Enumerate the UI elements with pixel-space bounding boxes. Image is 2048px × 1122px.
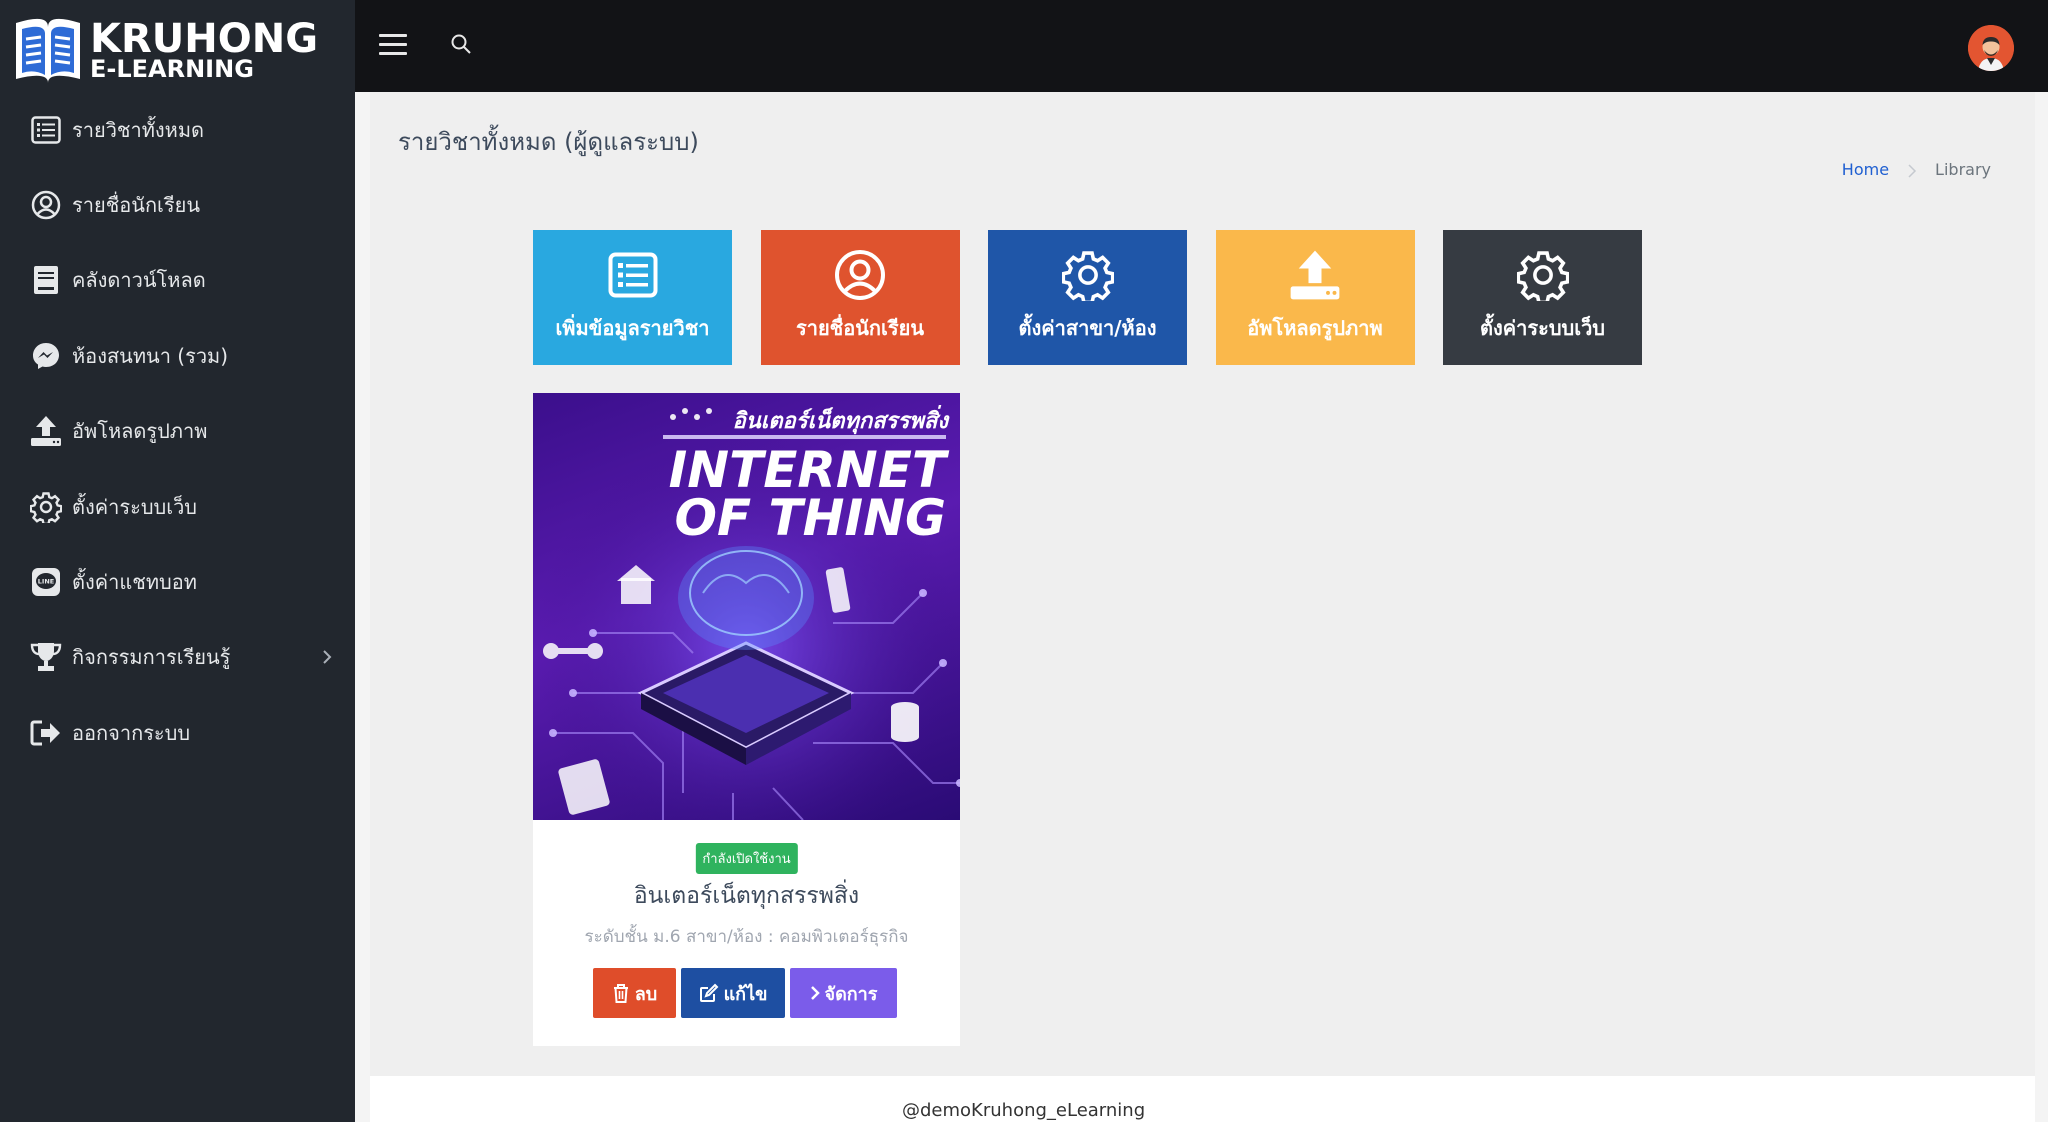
tile-upload-image[interactable]: อัพโหลดรูปภาพ — [1215, 230, 1415, 365]
brand-name: KRUHONG — [90, 16, 319, 62]
sidebar-item-label: ห้องสนทนา (รวม) — [72, 343, 229, 368]
chevron-right-icon[interactable] — [317, 647, 337, 667]
book-logo-icon — [10, 13, 86, 87]
book-icon — [28, 262, 64, 298]
footer-text[interactable]: @demoKruhong_eLearning — [902, 1100, 1145, 1121]
chevron-right-icon — [1907, 163, 1917, 178]
sidebar-item-students[interactable]: รายชื่อนักเรียน — [0, 167, 355, 242]
tile-web-settings[interactable]: ตั้งค่าระบบเว็บ — [1443, 230, 1642, 365]
image-title-line-1: INTERNET — [668, 441, 946, 499]
sidebar-item-label: ออกจากระบบ — [72, 720, 191, 745]
sidebar-item-web-settings[interactable]: ตั้งค่าระบบเว็บ — [0, 469, 355, 544]
sidebar-item-label: คลังดาวน์โหลด — [72, 268, 206, 293]
tile-label: เพิ่มข้อมูลรายวิชา — [555, 316, 710, 340]
user-circle-icon — [833, 248, 887, 302]
gear-icon — [1061, 248, 1115, 302]
line-icon: LINE — [28, 564, 64, 600]
upload-icon — [1288, 248, 1342, 302]
quick-action-tiles: เพิ่มข้อมูลรายวิชา รายชื่อนักเรียน ตั้งค… — [533, 230, 1671, 365]
sidebar-item-logout[interactable]: ออกจากระบบ — [0, 695, 355, 770]
manage-button[interactable]: จัดการ — [790, 968, 897, 1018]
manage-button-label: จัดการ — [824, 983, 878, 1005]
upload-icon — [28, 413, 64, 449]
tile-label: ตั้งค่าสาขา/ห้อง — [1018, 316, 1157, 340]
sidebar-menu: รายวิชาทั้งหมด รายชื่อนักเรียน คลังดาวน์… — [0, 92, 355, 771]
sidebar: KRUHONG E-LEARNING รายวิชาทั้งหมด รายชื่… — [0, 0, 355, 1122]
user-circle-icon — [28, 187, 64, 223]
svg-text:LINE: LINE — [38, 578, 54, 586]
course-card: อินเตอร์เน็ตทุกสรรพสิ่ง INTERNET OF THIN… — [533, 393, 960, 1046]
footer: @demoKruhong_eLearning — [370, 1076, 2035, 1122]
delete-button[interactable]: ลบ — [593, 968, 676, 1018]
tile-label: อัพโหลดรูปภาพ — [1247, 316, 1383, 340]
search-icon[interactable] — [450, 33, 472, 55]
tile-add-course[interactable]: เพิ่มข้อมูลรายวิชา — [533, 230, 732, 365]
tile-student-list[interactable]: รายชื่อนักเรียน — [760, 230, 960, 365]
trophy-icon — [28, 639, 64, 675]
gear-icon — [28, 489, 64, 525]
course-cover-image[interactable]: อินเตอร์เน็ตทุกสรรพสิ่ง INTERNET OF THIN… — [533, 393, 960, 820]
sidebar-item-chat-room[interactable]: ห้องสนทนา (รวม) — [0, 318, 355, 393]
sidebar-item-label: รายวิชาทั้งหมด — [72, 117, 205, 142]
edit-button-label: แก้ไข — [723, 983, 768, 1005]
trash-icon — [613, 984, 628, 1003]
sidebar-item-upload[interactable]: อัพโหลดรูปภาพ — [0, 394, 355, 469]
image-caption: อินเตอร์เน็ตทุกสรรพสิ่ง — [732, 409, 949, 434]
edit-button[interactable]: แก้ไข — [681, 968, 785, 1018]
edit-icon — [699, 983, 718, 1002]
chevron-right-icon — [810, 986, 820, 1000]
sidebar-item-label: รายชื่อนักเรียน — [72, 193, 201, 218]
status-badge: กำลังเปิดใช้งาน — [695, 843, 798, 874]
tile-branch-settings[interactable]: ตั้งค่าสาขา/ห้อง — [988, 230, 1187, 365]
course-title[interactable]: อินเตอร์เน็ตทุกสรรพสิ่ง — [533, 878, 960, 914]
sidebar-item-label: กิจกรรมการเรียนรู้ — [72, 645, 231, 670]
messenger-icon — [28, 338, 64, 374]
hamburger-menu-icon[interactable] — [379, 34, 407, 58]
breadcrumb: Home Library — [1842, 160, 1991, 179]
sidebar-item-chatbot-settings[interactable]: LINE ตั้งค่าแชทบอท — [0, 544, 355, 619]
list-icon — [606, 248, 660, 302]
sidebar-item-activities[interactable]: กิจกรรมการเรียนรู้ — [0, 620, 355, 695]
divider — [663, 435, 946, 439]
course-actions: ลบ แก้ไข จัดการ — [593, 968, 902, 1018]
logout-icon — [28, 715, 64, 751]
user-avatar[interactable] — [1968, 25, 2014, 71]
list-icon — [28, 112, 64, 148]
main-content: รายวิชาทั้งหมด (ผู้ดูแลระบบ) Home Librar… — [370, 92, 2035, 1076]
sidebar-item-all-courses[interactable]: รายวิชาทั้งหมด — [0, 92, 355, 167]
gear-icon — [1516, 248, 1570, 302]
delete-button-label: ลบ — [634, 983, 658, 1005]
course-subtitle: ระดับชั้น ม.6 สาขา/ห้อง : คอมพิวเตอร์ธุร… — [584, 927, 909, 947]
sidebar-item-label: ตั้งค่าแชทบอท — [72, 570, 197, 595]
image-title-line-2: OF THING — [674, 489, 946, 547]
tile-label: รายชื่อนักเรียน — [795, 316, 925, 340]
breadcrumb-current: Library — [1935, 160, 1991, 179]
breadcrumb-home-link[interactable]: Home — [1842, 160, 1889, 179]
sidebar-item-downloads[interactable]: คลังดาวน์โหลด — [0, 243, 355, 318]
top-navbar — [355, 0, 2048, 92]
tile-label: ตั้งค่าระบบเว็บ — [1480, 316, 1605, 340]
page-title: รายวิชาทั้งหมด (ผู้ดูแลระบบ) — [398, 128, 699, 156]
sidebar-item-label: ตั้งค่าระบบเว็บ — [72, 494, 197, 519]
sidebar-item-label: อัพโหลดรูปภาพ — [72, 419, 208, 444]
brand-logo[interactable]: KRUHONG E-LEARNING — [10, 12, 340, 88]
